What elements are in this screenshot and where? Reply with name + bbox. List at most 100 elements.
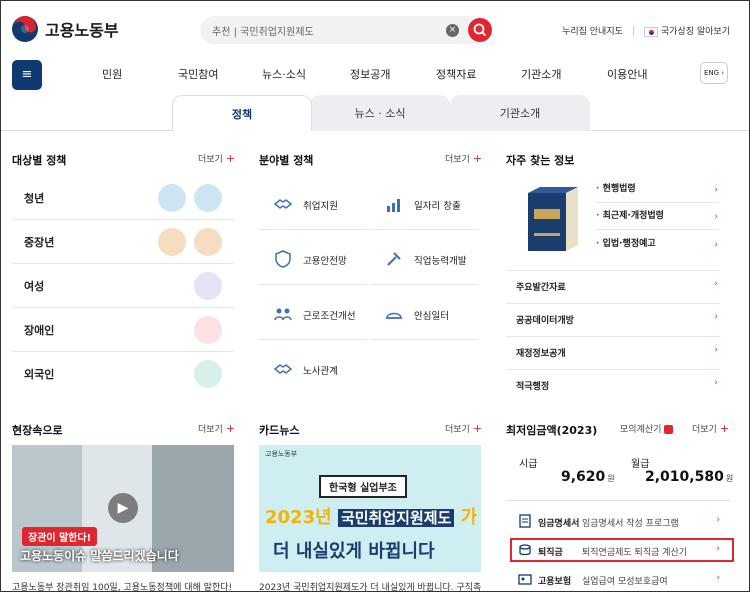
nav-item-disclosure[interactable]: 정보공개 [350, 66, 390, 82]
site-header: 고용노동부 추천 | 국민취업지원제도 × 누리집 안내지도 국가상징 알아보기 [0, 0, 750, 60]
main-nav: ≡ 민원 국민참여 뉴스·소식 정보공개 정책자료 기관소개 이용안내 ENG … [0, 60, 750, 92]
policy-job-support[interactable]: 취업지원 [259, 176, 367, 230]
chevron-right-icon: › [714, 212, 718, 222]
frequent-active-admin[interactable]: 적극행정 › [506, 369, 720, 397]
target-policy-more[interactable]: 더보기 + [198, 152, 235, 165]
target-item-women[interactable]: 여성 [12, 264, 234, 308]
search-input[interactable]: 추천 | 국민취업지원제도 [212, 23, 314, 38]
policy-label: 근로조건개선 [303, 311, 356, 322]
frequent-open-data[interactable]: 공공데이터개방 › [506, 303, 720, 331]
monthly-value: 2,010,580 원 [645, 469, 733, 485]
policy-label: 노사관계 [303, 366, 338, 377]
policy-skill-development[interactable]: 직업능력개발 [370, 231, 478, 285]
national-symbol-link[interactable]: 국가상징 알아보기 [643, 24, 730, 37]
target-item-middle-aged[interactable]: 중장년 [12, 220, 234, 264]
law-book-icon [528, 187, 578, 251]
chevron-right-icon: › [716, 515, 720, 525]
frequent-finance[interactable]: 재정정보공개 › [506, 336, 720, 364]
minwage-title: 최저임금액(2023) [506, 424, 598, 437]
nav-item-civil[interactable]: 민원 [102, 66, 122, 82]
search-button[interactable] [468, 18, 492, 42]
policy-safety-net[interactable]: 고용안전망 [259, 231, 367, 285]
tab-news[interactable]: 뉴스 · 소식 [310, 95, 450, 131]
cardnews-more[interactable]: 더보기 + [445, 422, 482, 435]
law-label: 최근제·개정법령 [602, 211, 664, 221]
card-line2: 더 내실있게 바뀝니다 [273, 541, 435, 562]
chevron-right-icon: › [716, 573, 720, 583]
util-desc: 임금명세서 작성 프로그램 [582, 519, 679, 529]
plus-icon: + [472, 422, 483, 435]
growth-chart-icon [387, 199, 400, 212]
policy-working-conditions[interactable]: 근로조건개선 [259, 286, 367, 340]
nav-item-participation[interactable]: 국민참여 [178, 66, 218, 82]
menu-button[interactable]: ≡ [12, 60, 42, 90]
util-employment-insurance[interactable]: 고용보험 실업급여 모성보호급여 › [506, 565, 730, 592]
policy-label: 취업지원 [303, 201, 338, 212]
clear-icon[interactable]: × [446, 24, 459, 37]
chevron-right-icon: › [714, 185, 718, 195]
chevron-right-icon: › [714, 312, 718, 322]
policy-safe-workplace[interactable]: 안심일터 [370, 286, 478, 340]
ministry-logo[interactable]: 고용노동부 [10, 14, 119, 44]
flag-icon [643, 26, 658, 37]
woman-avatar-icon [194, 272, 222, 300]
sitemap-link[interactable]: 누리집 안내지도 [562, 24, 623, 37]
util-wage-statement[interactable]: 임금명세서 임금명세서 작성 프로그램 › [506, 507, 730, 535]
policy-label: 직업능력개발 [414, 256, 467, 267]
freq-label: 공공데이터개방 [516, 316, 574, 326]
law-item-current[interactable]: · 현행법령 › [596, 181, 718, 203]
util-name: 임금명세서 [538, 519, 580, 529]
target-item-foreigner[interactable]: 외국인 [12, 352, 234, 396]
hourly-amount: 9,620 [561, 469, 606, 485]
law-item-recent[interactable]: · 최근제·개정법령 › [596, 208, 718, 230]
document-icon [519, 514, 531, 528]
nav-item-guide[interactable]: 이용안내 [607, 66, 647, 82]
handshake-icon [273, 199, 293, 209]
video-title: 고용노동이슈 말씀드리겠습니다 [20, 549, 179, 563]
cardnews-caption[interactable]: 2023년 국민취업지원제도가 더 내실있게 바뀝니다. 구직촉진 [259, 580, 481, 592]
target-policy-title: 대상별 정책 [12, 154, 67, 167]
frequent-publications[interactable]: 주요발간자료 › [506, 270, 720, 298]
minwage-more[interactable]: 더보기 + [692, 422, 729, 435]
policy-job-creation[interactable]: 일자리 창출 [370, 176, 478, 230]
law-item-notice[interactable]: · 입법·행정예고 › [596, 236, 718, 258]
nav-item-about[interactable]: 기관소개 [521, 66, 561, 82]
language-button[interactable]: ENG › [700, 62, 728, 84]
video-thumbnail[interactable]: ▶ 장관이 말한다! 고용노동이슈 말씀드리겠습니다 [12, 445, 234, 572]
plus-icon: + [719, 422, 730, 435]
policy-label: 안심일터 [414, 311, 449, 322]
heart-hands-icon [194, 316, 222, 344]
search-bar[interactable]: 추천 | 국민취업지원제도 × [200, 16, 492, 44]
main-tabs: 뉴스 · 소식 기관소개 정책 [170, 95, 590, 131]
unit-label: 원 [725, 474, 734, 483]
nav-item-news[interactable]: 뉴스·소식 [262, 66, 306, 82]
field-more[interactable]: 더보기 + [198, 422, 235, 435]
plus-icon: + [472, 152, 483, 165]
hourly-label: 시급 [519, 459, 538, 470]
chevron-right-icon: › [714, 279, 718, 289]
field-policy-more[interactable]: 더보기 + [445, 152, 482, 165]
highlight-box [510, 538, 734, 562]
logo-text: 고용노동부 [45, 21, 119, 40]
util-desc: 실업급여 모성보호급여 [582, 577, 668, 587]
card-small-logo: 고용노동부 [265, 450, 298, 458]
play-icon[interactable]: ▶ [108, 493, 138, 523]
nav-item-policy-data[interactable]: 정책자료 [436, 66, 476, 82]
tab-policy[interactable]: 정책 [172, 95, 312, 131]
field-caption[interactable]: 고용노동부 장관취임 100일, 고용노동정책에 대해 말한다! [12, 580, 234, 592]
middle-aged-man-avatar-icon [194, 228, 222, 256]
hardhat-icon [386, 312, 402, 319]
cardnews-thumbnail[interactable]: 고용노동부 한국형 실업부조 2023년 국민취업지원제도 가 더 내실있게 바… [259, 445, 481, 572]
shield-icon [275, 250, 291, 268]
calc-label: 모의계산기 [620, 425, 662, 435]
target-item-youth[interactable]: 청년 [12, 176, 234, 220]
taegeuk-logo-icon [12, 16, 38, 42]
policy-labor-relations[interactable]: 노사관계 [259, 341, 367, 395]
chevron-right-icon: › [714, 345, 718, 355]
calc-link[interactable]: 모의계산기 [620, 422, 674, 435]
more-label: 더보기 [198, 155, 223, 165]
hourly-value: 9,620 원 [561, 469, 615, 485]
tab-about[interactable]: 기관소개 [450, 95, 590, 131]
target-item-disabled[interactable]: 장애인 [12, 308, 234, 352]
law-label: 입법·행정예고 [602, 239, 656, 249]
